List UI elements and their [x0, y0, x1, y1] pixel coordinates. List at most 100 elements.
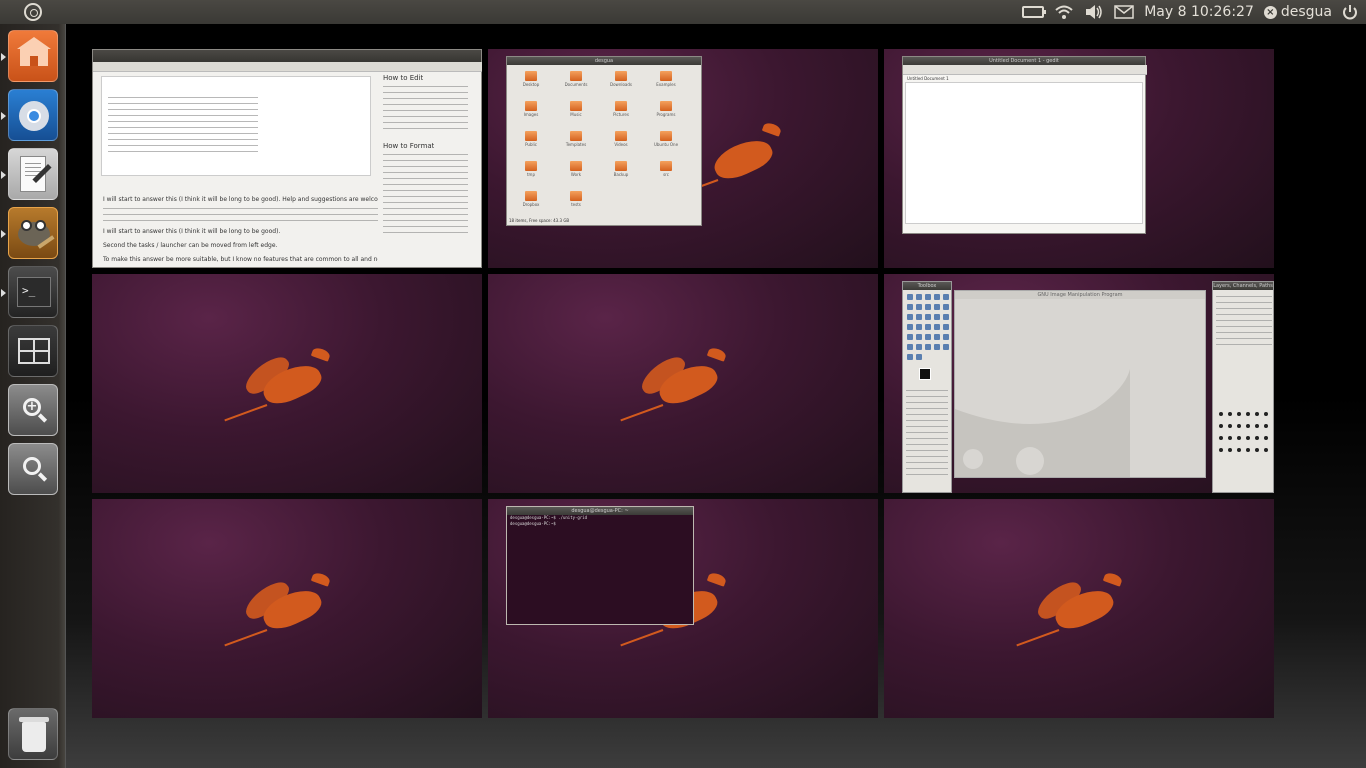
launcher-gimp[interactable]: [1, 207, 58, 259]
brush-preset-icon[interactable]: [1237, 412, 1241, 416]
gimp-tool-icon[interactable]: [934, 334, 940, 340]
gimp-tool-icon[interactable]: [943, 314, 949, 320]
folder-icon[interactable]: [570, 191, 582, 201]
brush-preset-icon[interactable]: [1255, 448, 1259, 452]
launcher-chromium[interactable]: [1, 89, 58, 141]
workspace-3[interactable]: Untitled Document 1 - gedit Untitled Doc…: [884, 49, 1274, 268]
gimp-tool-icon[interactable]: [907, 354, 913, 360]
brush-preset-icon[interactable]: [1237, 436, 1241, 440]
gimp-toolbox[interactable]: Toolbox: [902, 281, 952, 493]
launcher-zoom-out[interactable]: [8, 443, 58, 495]
gimp-tool-icon[interactable]: [907, 324, 913, 330]
gedit-text-area[interactable]: [905, 82, 1143, 224]
workspace-6[interactable]: Toolbox GNU Image Manipulation Program L…: [884, 274, 1274, 493]
gimp-tool-icon[interactable]: [916, 304, 922, 310]
clock-indicator[interactable]: May 8 10:26:27: [1144, 0, 1254, 24]
folder-icon[interactable]: [525, 101, 537, 111]
gimp-tool-icon[interactable]: [934, 344, 940, 350]
folder-icon[interactable]: [525, 131, 537, 141]
foreground-color-swatch[interactable]: [919, 368, 931, 380]
gimp-tool-icon[interactable]: [925, 314, 931, 320]
network-indicator[interactable]: [1054, 0, 1074, 24]
dash-home-button[interactable]: [0, 0, 66, 24]
gimp-tool-icon[interactable]: [934, 314, 940, 320]
folder-icon[interactable]: [660, 131, 672, 141]
brush-preset-icon[interactable]: [1255, 436, 1259, 440]
browser-window[interactable]: How to Edit How to Format I will start t…: [92, 49, 482, 268]
gimp-tool-icon[interactable]: [925, 334, 931, 340]
folder-icon[interactable]: [615, 101, 627, 111]
gimp-tool-icon[interactable]: [916, 324, 922, 330]
gimp-tool-icon[interactable]: [916, 344, 922, 350]
gimp-tool-icon[interactable]: [907, 344, 913, 350]
folder-icon[interactable]: [525, 161, 537, 171]
workspace-5[interactable]: [488, 274, 878, 493]
brush-preset-icon[interactable]: [1246, 448, 1250, 452]
workspace-7[interactable]: [92, 499, 482, 718]
workspace-1[interactable]: How to Edit How to Format I will start t…: [92, 49, 482, 268]
gimp-tool-icon[interactable]: [943, 304, 949, 310]
gimp-tool-icon[interactable]: [943, 324, 949, 330]
folder-icon[interactable]: [570, 101, 582, 111]
folder-icon[interactable]: [660, 71, 672, 81]
gimp-tool-icon[interactable]: [916, 314, 922, 320]
launcher-trash[interactable]: [8, 708, 58, 760]
gedit-window[interactable]: Untitled Document 1 - gedit Untitled Doc…: [902, 56, 1147, 234]
session-indicator[interactable]: [1342, 0, 1358, 24]
gimp-tool-icon[interactable]: [925, 294, 931, 300]
launcher-terminal[interactable]: >_: [1, 266, 58, 318]
folder-icon[interactable]: [660, 161, 672, 171]
brush-preset-icon[interactable]: [1264, 436, 1268, 440]
gimp-tool-icon[interactable]: [925, 324, 931, 330]
brush-preset-icon[interactable]: [1264, 448, 1268, 452]
sound-indicator[interactable]: [1084, 0, 1104, 24]
brush-preset-icon[interactable]: [1255, 424, 1259, 428]
brush-preset-icon[interactable]: [1228, 424, 1232, 428]
workspace-4[interactable]: [92, 274, 482, 493]
brush-preset-icon[interactable]: [1264, 424, 1268, 428]
gimp-tool-icon[interactable]: [943, 294, 949, 300]
brush-preset-icon[interactable]: [1246, 412, 1250, 416]
user-indicator[interactable]: × desgua: [1263, 0, 1332, 24]
gimp-tool-icon[interactable]: [907, 304, 913, 310]
folder-icon[interactable]: [615, 71, 627, 81]
gimp-tool-icon[interactable]: [907, 334, 913, 340]
launcher-home-folder[interactable]: [1, 30, 58, 82]
brush-preset-icon[interactable]: [1264, 412, 1268, 416]
folder-icon[interactable]: [660, 101, 672, 111]
gimp-tool-icon[interactable]: [925, 304, 931, 310]
gimp-tool-icon[interactable]: [907, 314, 913, 320]
gimp-tool-icon[interactable]: [925, 344, 931, 350]
workspace-9[interactable]: [884, 499, 1274, 718]
brush-preset-icon[interactable]: [1246, 436, 1250, 440]
launcher-zoom-in[interactable]: +: [8, 384, 58, 436]
gimp-image-window[interactable]: GNU Image Manipulation Program: [954, 290, 1206, 478]
gimp-tool-icon[interactable]: [943, 334, 949, 340]
brush-preset-icon[interactable]: [1228, 448, 1232, 452]
file-manager-window[interactable]: desgua Desktop Documents Downloads Examples…: [506, 56, 702, 226]
brush-preset-icon[interactable]: [1237, 448, 1241, 452]
gimp-tool-icon[interactable]: [934, 304, 940, 310]
folder-icon[interactable]: [615, 161, 627, 171]
gimp-tool-icon[interactable]: [907, 294, 913, 300]
messaging-indicator[interactable]: [1114, 0, 1134, 24]
folder-icon[interactable]: [570, 161, 582, 171]
brush-preset-icon[interactable]: [1255, 412, 1259, 416]
brush-preset-icon[interactable]: [1219, 424, 1223, 428]
brush-preset-icon[interactable]: [1246, 424, 1250, 428]
gimp-tool-icon[interactable]: [916, 294, 922, 300]
terminal-window[interactable]: desgua@desgua-PC: ~ desgua@desgua-PC:~$ …: [506, 506, 694, 625]
workspace-8[interactable]: desgua@desgua-PC: ~ desgua@desgua-PC:~$ …: [488, 499, 878, 718]
launcher-text-editor[interactable]: [1, 148, 58, 200]
brush-preset-icon[interactable]: [1237, 424, 1241, 428]
battery-indicator[interactable]: [1022, 0, 1047, 24]
folder-icon[interactable]: [525, 191, 537, 201]
gimp-tool-icon[interactable]: [943, 344, 949, 350]
brush-preset-icon[interactable]: [1228, 436, 1232, 440]
brush-preset-icon[interactable]: [1219, 448, 1223, 452]
gimp-tool-icon[interactable]: [934, 294, 940, 300]
folder-icon[interactable]: [570, 131, 582, 141]
brush-preset-icon[interactable]: [1228, 412, 1232, 416]
workspace-2[interactable]: desgua Desktop Documents Downloads Examples…: [488, 49, 878, 268]
gimp-tool-icon[interactable]: [916, 334, 922, 340]
